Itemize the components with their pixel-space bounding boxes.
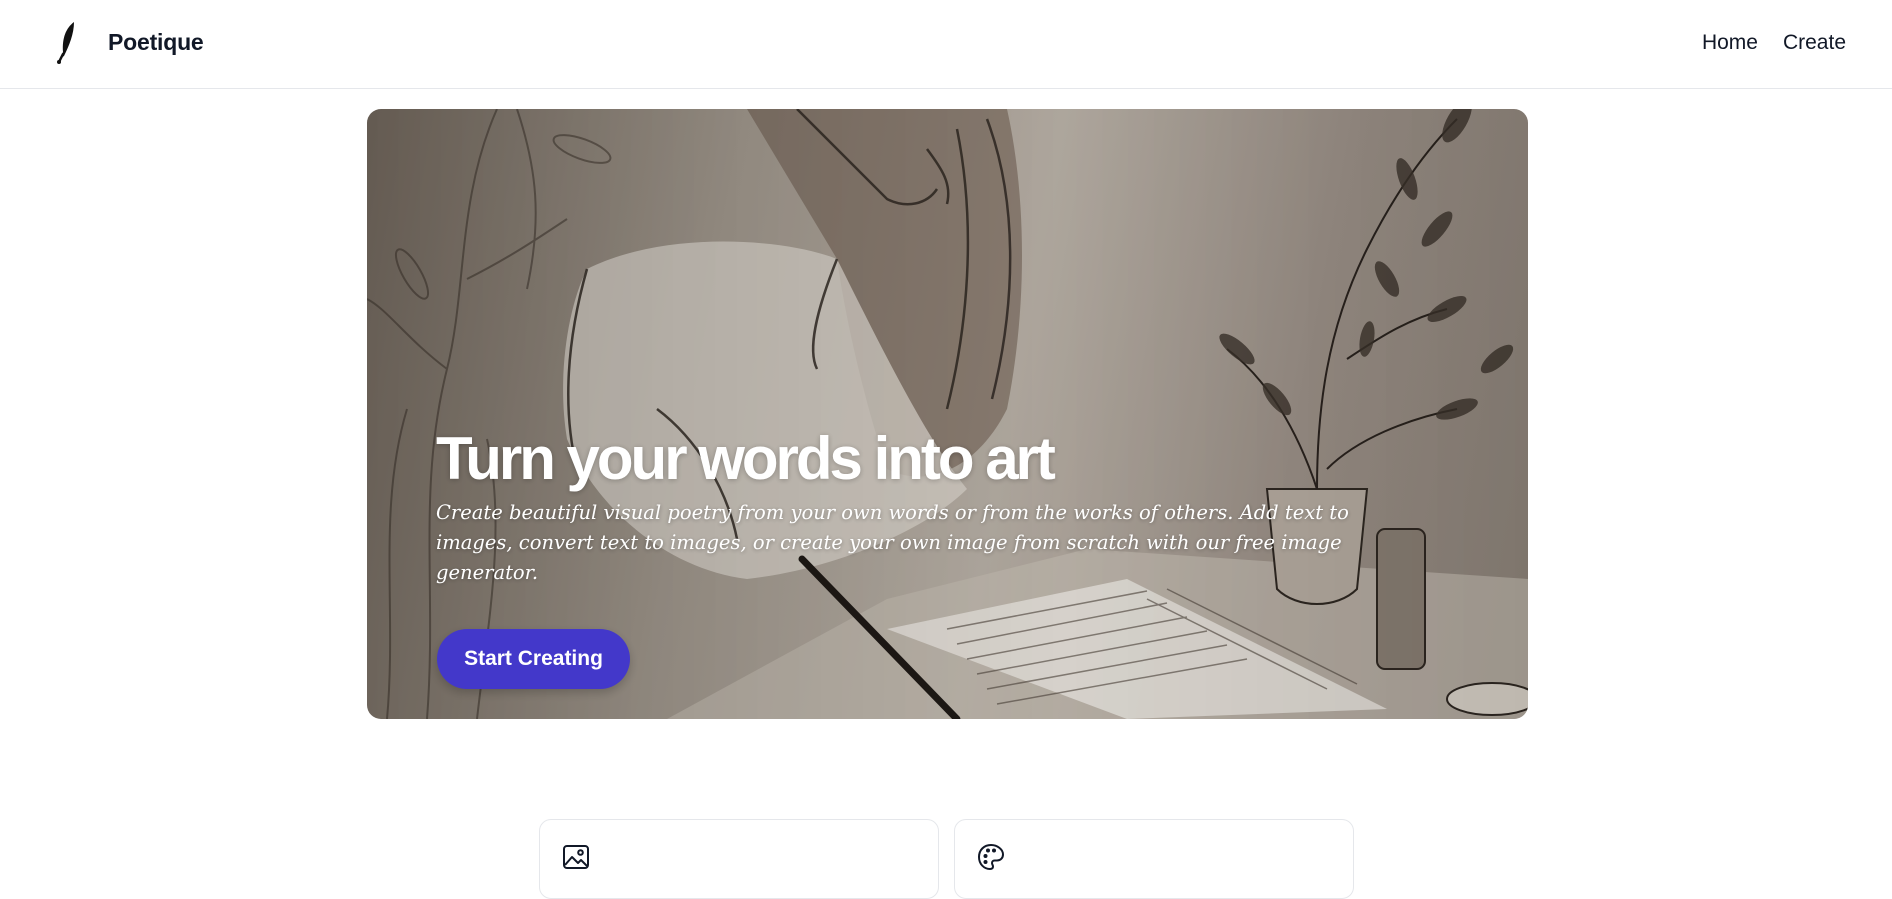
- start-creating-button[interactable]: Start Creating: [437, 629, 630, 689]
- hero-title: Turn your words into art: [436, 425, 1056, 492]
- palette-icon: [977, 843, 1005, 871]
- brand-name: Poetique: [108, 28, 204, 55]
- main-nav: Home Create: [1702, 28, 1846, 58]
- nav-home-link[interactable]: Home: [1702, 28, 1758, 58]
- feature-card-generator[interactable]: [954, 819, 1354, 899]
- quill-pen-icon: [57, 22, 74, 64]
- site-header: Poetique Home Create: [0, 0, 1892, 89]
- hero-overlay: [367, 109, 1528, 719]
- feature-card-images[interactable]: [539, 819, 939, 899]
- brand-link[interactable]: Poetique: [52, 20, 204, 64]
- image-icon: [563, 845, 589, 869]
- hero-subtitle: Create beautiful visual poetry from your…: [436, 501, 1349, 584]
- hero-banner: Turn your words into art Create beautifu…: [367, 109, 1528, 719]
- nav-create-link[interactable]: Create: [1783, 28, 1846, 58]
